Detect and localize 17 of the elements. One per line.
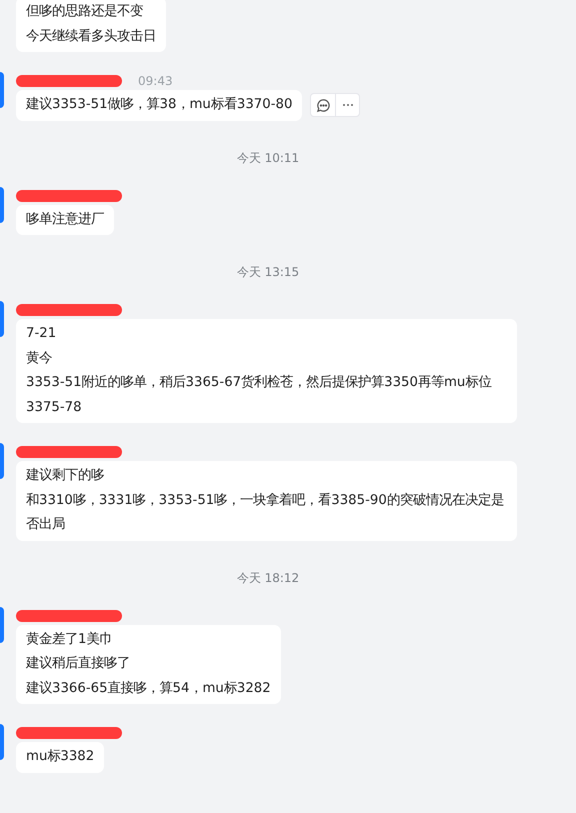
message-text: 哆单注意进厂: [26, 210, 104, 228]
time-divider: 今天 10:11: [236, 150, 300, 164]
message-text: 但哆的思路还是不变: [26, 2, 144, 21]
message-text: 3353-51附近的哆单，稍后3365-67货利检苍，然后提保护算3350再等mu标位3375-78: [26, 374, 492, 416]
message-text: 黄金差了1美巾: [26, 630, 114, 648]
message-text: 建议稍后直接哆了: [26, 654, 131, 673]
time-divider: 今天 18:12: [236, 570, 300, 584]
message-text: 建议3353-51做哆，算38，mu标看3370-80: [26, 96, 292, 114]
time-divider: 今天 13:15: [236, 265, 300, 279]
message-text: 建议剩下的哆: [26, 466, 105, 485]
message-text: 7-21: [26, 325, 58, 343]
message-text: 和3310哆，3331哆，3353-51哆，一块拿着吧，看3385-90的突破情况在决定是否出局: [26, 492, 505, 534]
message-text: mu标3382: [26, 748, 94, 766]
message-text: 建议3366-65直接哆，算54，mu标3282: [26, 680, 271, 698]
message-text: 黄今: [26, 350, 53, 368]
message-text: 今天继续看多头攻击日: [26, 28, 156, 46]
message-time: 09:43: [138, 74, 173, 88]
